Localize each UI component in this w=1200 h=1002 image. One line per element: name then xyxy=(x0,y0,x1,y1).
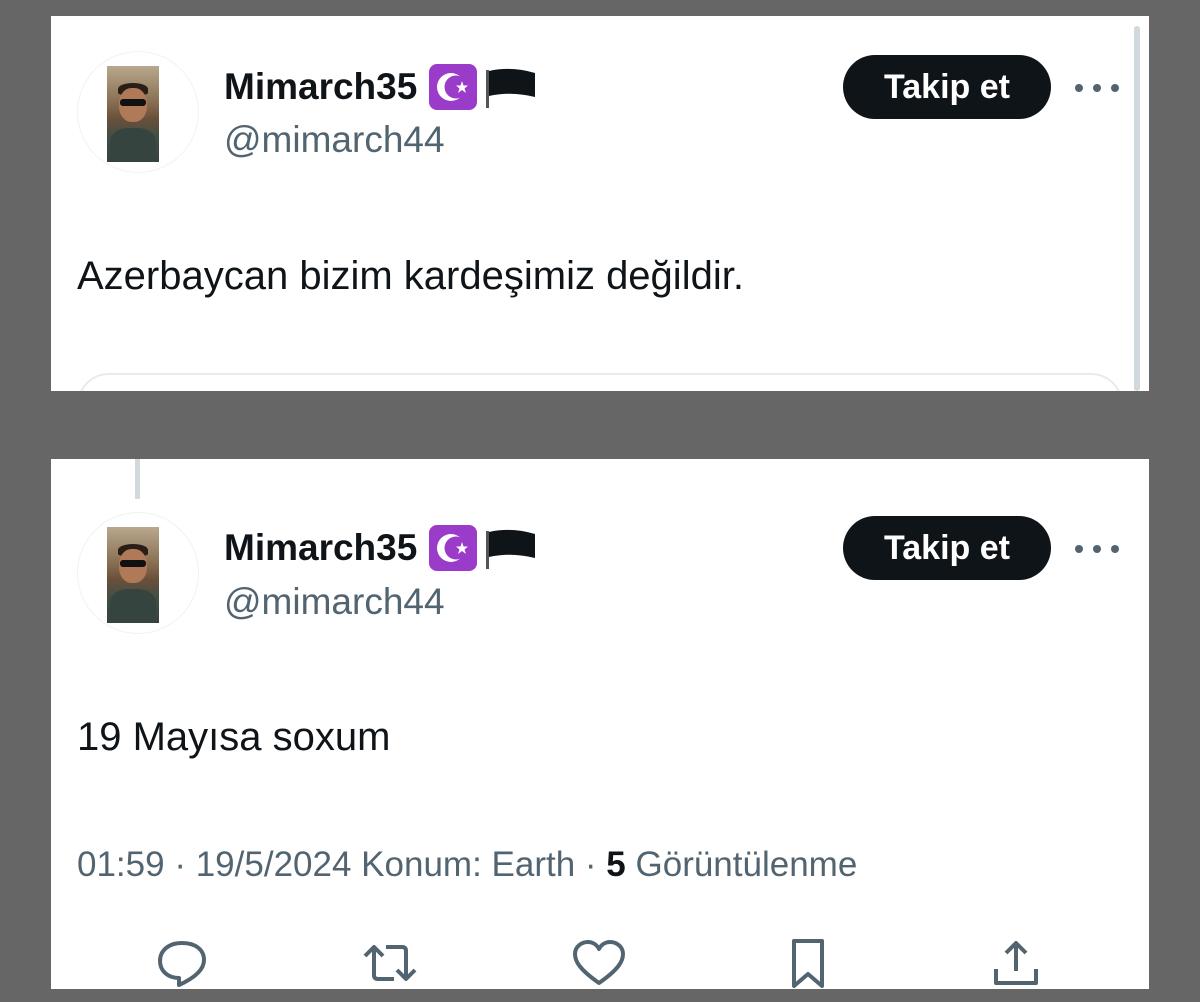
more-icon[interactable] xyxy=(1075,78,1119,98)
handle[interactable]: @mimarch44 xyxy=(224,581,445,623)
views-label: Görüntülenme xyxy=(635,845,858,884)
separator: · xyxy=(584,845,597,884)
tweet-meta: 01:59 · 19/5/2024 Konum: Earth · 5 Görün… xyxy=(77,845,857,885)
star-and-crescent-icon xyxy=(429,525,478,571)
retweet-icon[interactable] xyxy=(360,937,420,989)
more-icon[interactable] xyxy=(1075,539,1119,559)
tweet-card-2: Mimarch35 @mimarch44 Takip et 19 Mayısa … xyxy=(51,459,1149,989)
black-flag-icon xyxy=(483,525,539,571)
handle[interactable]: @mimarch44 xyxy=(224,119,445,161)
tweet-time[interactable]: 01:59 xyxy=(77,845,165,884)
black-flag-icon xyxy=(483,64,539,110)
display-name-text: Mimarch35 xyxy=(224,527,418,568)
follow-button[interactable]: Takip et xyxy=(843,55,1051,119)
scrollbar[interactable] xyxy=(1134,26,1140,391)
tweet-date[interactable]: 19/5/2024 xyxy=(196,845,352,884)
share-icon[interactable] xyxy=(986,937,1046,989)
star-and-crescent-icon xyxy=(429,64,478,110)
tweet-card-1: Mimarch35 @mimarch44 Takip et Azerbaycan… xyxy=(51,16,1149,391)
thread-connector-line xyxy=(135,459,140,499)
like-icon[interactable] xyxy=(569,937,629,989)
views-count: 5 xyxy=(606,845,626,884)
display-name[interactable]: Mimarch35 xyxy=(224,64,539,110)
bookmark-icon[interactable] xyxy=(778,937,838,989)
action-bar xyxy=(51,937,1149,989)
display-name[interactable]: Mimarch35 xyxy=(224,525,539,571)
reply-icon[interactable] xyxy=(152,937,212,989)
quoted-tweet-box[interactable] xyxy=(77,373,1123,391)
avatar[interactable] xyxy=(77,51,199,173)
separator: · xyxy=(174,845,186,884)
follow-button[interactable]: Takip et xyxy=(843,516,1051,580)
tweet-text: 19 Mayısa soxum xyxy=(77,715,391,759)
tweet-location: Konum: Earth xyxy=(361,845,576,884)
avatar[interactable] xyxy=(77,512,199,634)
tweet-text: Azerbaycan bizim kardeşimiz değildir. xyxy=(77,254,744,298)
display-name-text: Mimarch35 xyxy=(224,66,418,107)
